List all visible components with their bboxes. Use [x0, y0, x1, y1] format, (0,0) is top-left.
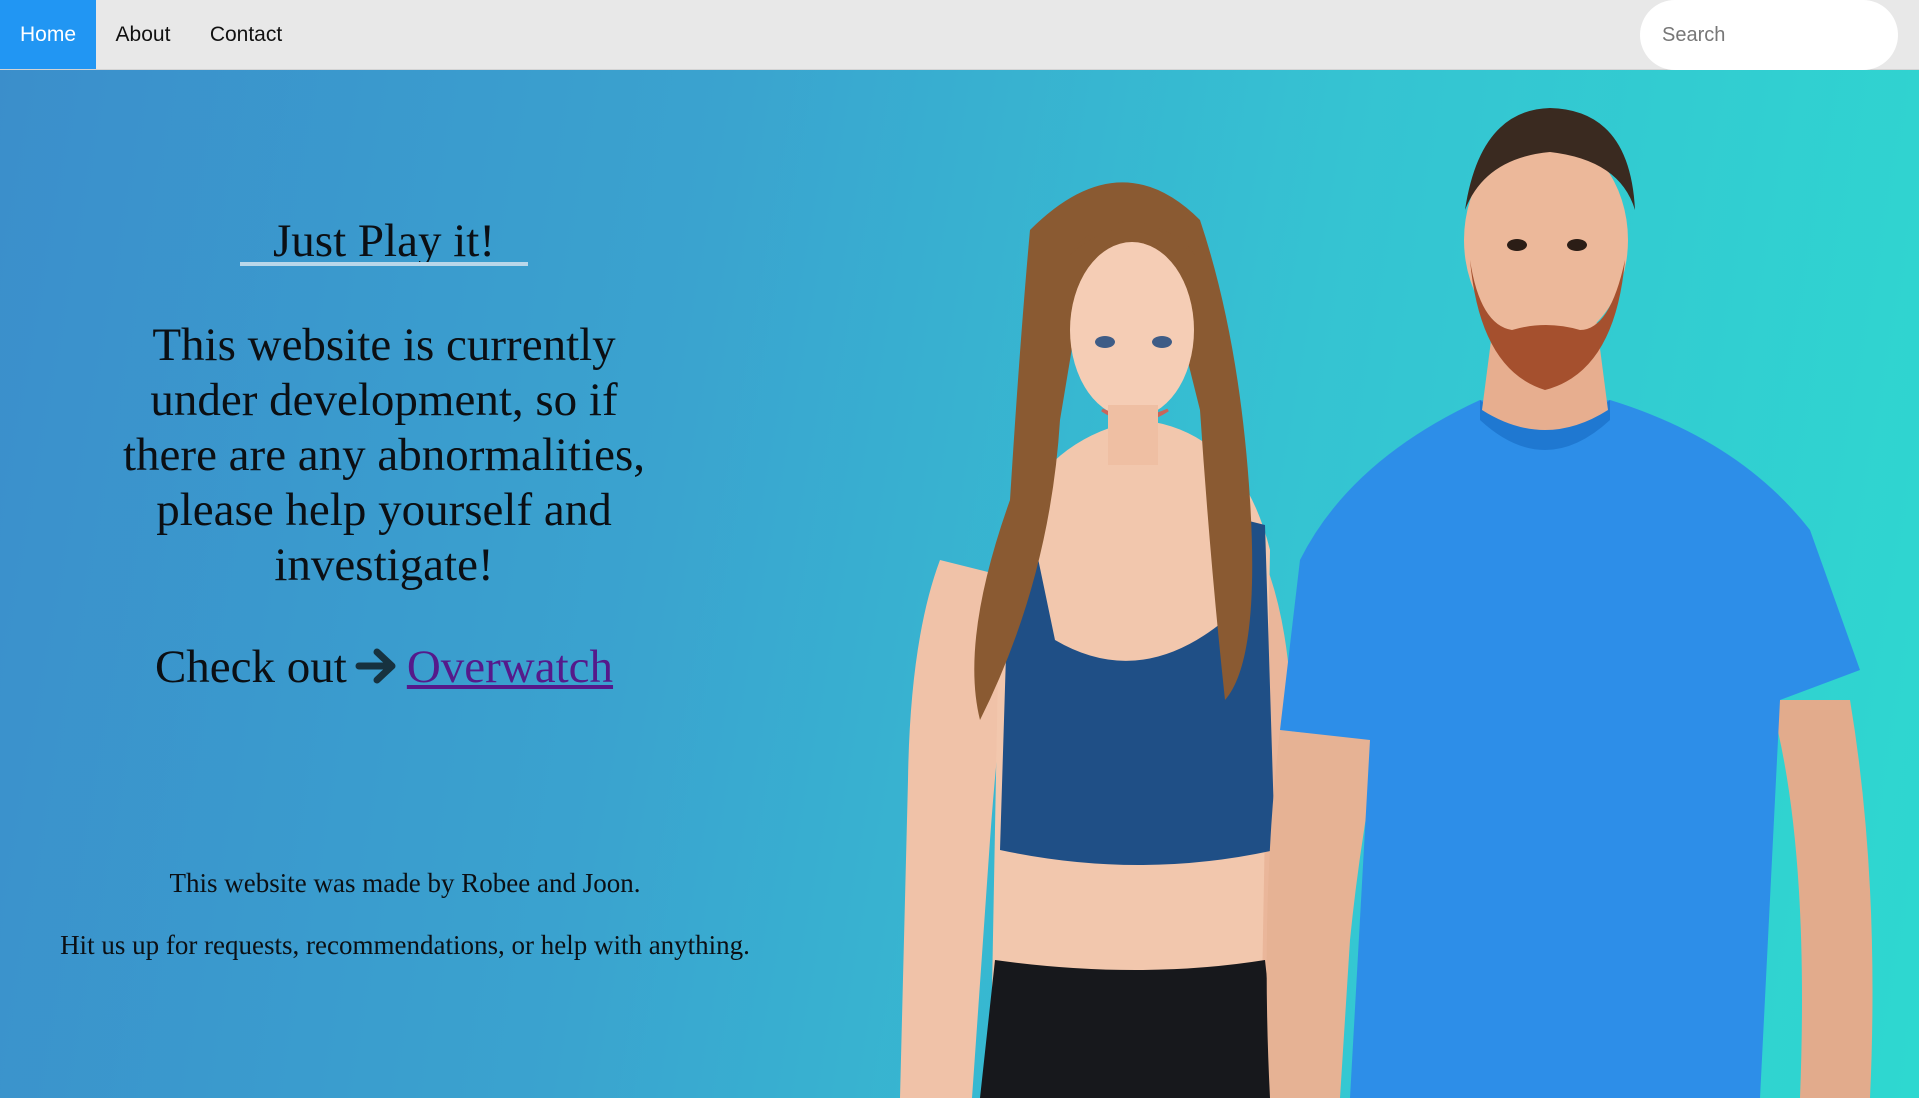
notice-line: investigate! [274, 539, 494, 591]
notice-line: there are any abnormalities, [123, 429, 645, 481]
portrait-photo [900, 108, 1873, 1098]
development-notice: This website is currently under developm… [90, 318, 678, 593]
notice-line: This website is currently [152, 319, 616, 371]
top-navigation-bar: Home About Contact [0, 0, 1919, 70]
notice-line: under development, so if [150, 374, 618, 426]
right-arrow-icon [355, 641, 401, 701]
credits-contact: Hit us up for requests, recommendations,… [60, 930, 750, 960]
overwatch-link[interactable]: Overwatch [407, 641, 613, 693]
notice-line: please help yourself and [156, 484, 612, 536]
title-underline [240, 262, 528, 266]
nav-home-link[interactable]: Home [0, 0, 96, 69]
nav-about-link[interactable]: About [100, 0, 186, 69]
check-out-row: Check out Overwatch [110, 637, 658, 701]
search-input[interactable] [1640, 0, 1898, 70]
woman-figure [900, 182, 1292, 1098]
credits-authors: This website was made by Robee and Joon. [169, 868, 641, 898]
nav-contact-link[interactable]: Contact [196, 0, 296, 69]
check-out-label: Check out [154, 641, 347, 693]
man-figure [1266, 108, 1873, 1098]
